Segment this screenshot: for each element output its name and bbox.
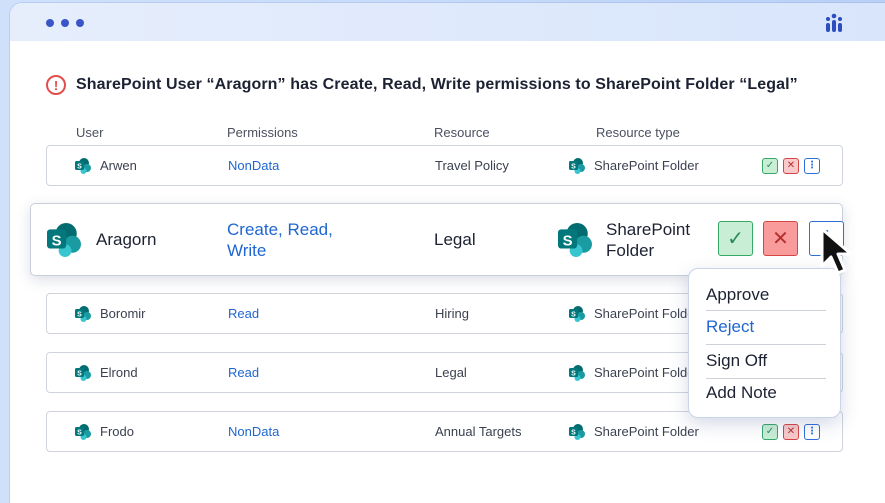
more-options-button[interactable]: ⋮ (804, 424, 820, 440)
resource-type-line: Folder (606, 240, 655, 260)
highlighted-row[interactable]: S Aragorn Create, Read, Write Legal S Sh… (30, 203, 844, 276)
resource-type-line: SharePoint (606, 219, 691, 239)
resource-type-label: SharePoint Folde (594, 365, 695, 380)
reject-button[interactable]: ✕ (783, 424, 799, 440)
approve-button[interactable]: ✓ (718, 221, 753, 256)
sharepoint-icon: S (75, 157, 91, 174)
user-name: Boromir (100, 306, 146, 321)
resource-type-label: SharePoint Folder (606, 219, 690, 261)
actions-dropdown-menu: Approve Reject Sign Off Add Note (688, 268, 841, 418)
sharepoint-icon: S (558, 222, 592, 257)
svg-text:S: S (52, 233, 62, 249)
column-header-permissions[interactable]: Permissions (227, 125, 298, 140)
resource-cell: Hiring (435, 306, 469, 321)
svg-text:S: S (563, 233, 573, 249)
sharepoint-icon: S (569, 423, 585, 440)
user-cell: S Arwen (75, 146, 137, 185)
alert-banner: ! SharePoint User “Aragorn” has Create, … (46, 75, 798, 95)
user-cell: S Elrond (75, 353, 138, 392)
user-name: Elrond (100, 365, 138, 380)
permissions-link[interactable]: NonData (228, 146, 279, 185)
user-cell: S Aragorn (47, 204, 156, 275)
user-name: Arwen (100, 158, 137, 173)
svg-text:S: S (571, 311, 576, 318)
column-header-resource[interactable]: Resource (434, 125, 490, 140)
resource-type-cell: S SharePoint Folde (569, 294, 694, 333)
window-dot-icon[interactable] (76, 19, 84, 27)
svg-text:S: S (571, 370, 576, 377)
resource-type-label: SharePoint Folder (594, 424, 699, 439)
window-dot-icon[interactable] (46, 19, 54, 27)
user-cell: S Boromir (75, 294, 146, 333)
sharepoint-icon: S (75, 364, 91, 381)
permissions-link[interactable]: Create, Read, Write (227, 204, 333, 275)
table-row[interactable]: S Arwen NonData Travel Policy S SharePoi… (46, 145, 843, 186)
row-actions: ✓ ✕ ⋮ (762, 158, 820, 174)
window-dot-icon[interactable] (61, 19, 69, 27)
permissions-link[interactable]: NonData (228, 412, 279, 451)
sharepoint-icon: S (75, 423, 91, 440)
mouse-pointer-icon (820, 227, 853, 275)
more-options-button[interactable]: ⋮ (804, 158, 820, 174)
resource-type-label: SharePoint Folder (594, 158, 699, 173)
svg-text:S: S (77, 429, 82, 436)
menu-item-add-note[interactable]: Add Note (706, 377, 826, 409)
reject-button[interactable]: ✕ (763, 221, 798, 256)
alert-icon: ! (46, 75, 66, 95)
menu-item-sign-off[interactable]: Sign Off (706, 345, 826, 377)
title-bar (10, 3, 885, 41)
sharepoint-icon: S (569, 305, 585, 322)
app-window: ! SharePoint User “Aragorn” has Create, … (10, 3, 885, 503)
approve-button[interactable]: ✓ (762, 424, 778, 440)
resource-cell: Legal (435, 365, 467, 380)
permissions-link[interactable]: Read (228, 353, 259, 392)
resource-type-cell: S SharePoint Folder (558, 204, 690, 275)
sharepoint-icon: S (75, 305, 91, 322)
permissions-line: Write (227, 240, 267, 260)
permissions-link[interactable]: Read (228, 294, 259, 333)
alert-text: SharePoint User “Aragorn” has Create, Re… (76, 76, 798, 93)
reject-button[interactable]: ✕ (783, 158, 799, 174)
svg-text:S: S (77, 163, 82, 170)
permissions-line: Create, Read, (227, 219, 333, 239)
sharepoint-icon: S (569, 157, 585, 174)
resource-cell: Annual Targets (435, 424, 522, 439)
column-header-resource-type[interactable]: Resource type (596, 125, 680, 140)
brand-logo-icon (826, 13, 842, 32)
svg-text:S: S (571, 163, 576, 170)
resource-type-cell: S SharePoint Folder (569, 146, 699, 185)
sharepoint-icon: S (47, 222, 81, 257)
menu-item-approve[interactable]: Approve (706, 279, 826, 311)
svg-text:S: S (77, 311, 82, 318)
svg-text:S: S (77, 370, 82, 377)
user-cell: S Frodo (75, 412, 134, 451)
resource-type-label: SharePoint Folde (594, 306, 695, 321)
column-header-user[interactable]: User (76, 125, 103, 140)
user-name: Aragorn (96, 229, 157, 249)
sharepoint-icon: S (569, 364, 585, 381)
resource-type-cell: S SharePoint Folde (569, 353, 694, 392)
svg-text:S: S (571, 429, 576, 436)
user-name: Frodo (100, 424, 134, 439)
row-actions: ✓ ✕ ⋮ (762, 424, 820, 440)
approve-button[interactable]: ✓ (762, 158, 778, 174)
menu-item-reject[interactable]: Reject (706, 311, 826, 343)
resource-cell: Legal (434, 229, 476, 249)
resource-cell: Travel Policy (435, 158, 509, 173)
resource-type-cell: S SharePoint Folder (569, 412, 699, 451)
